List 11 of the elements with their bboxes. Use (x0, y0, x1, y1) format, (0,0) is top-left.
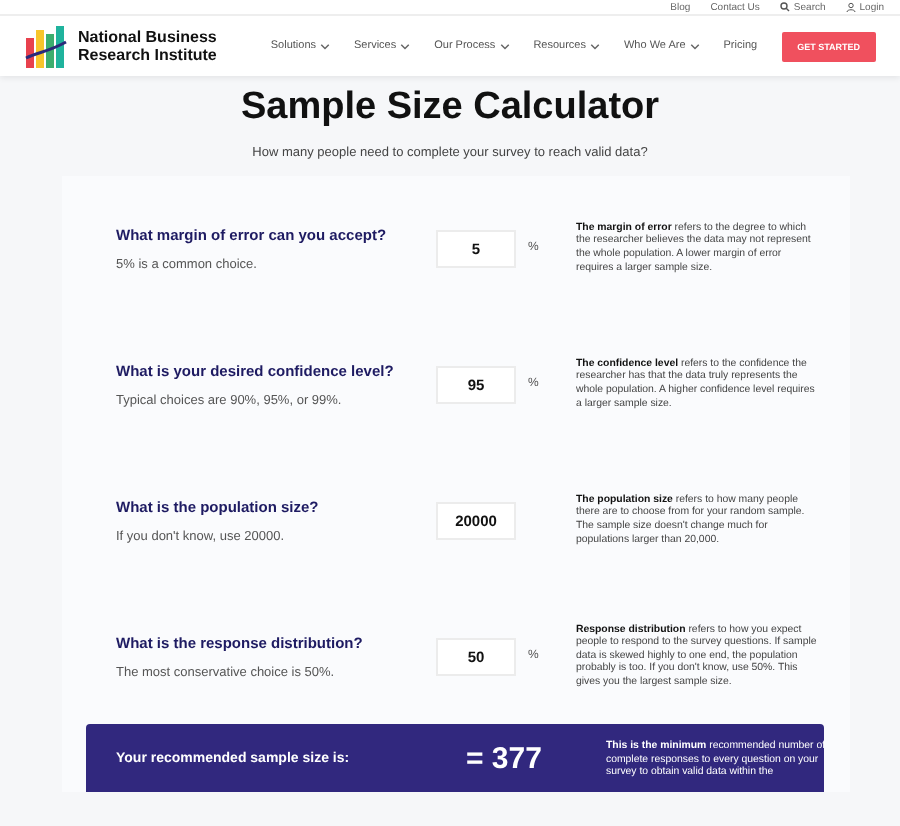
search-icon (779, 2, 790, 12)
chevron-icon (589, 43, 600, 49)
user-icon (845, 2, 856, 12)
chevron-icon (400, 43, 411, 49)
brand-name[interactable]: National Business Research Institute (78, 27, 217, 65)
result-value: = 377 (466, 742, 544, 777)
page-title: Sample Size Calculator (238, 86, 662, 130)
chevron-icon (320, 43, 331, 49)
chevron-icon (499, 43, 510, 49)
logo-icon (24, 24, 68, 68)
chevron-icon (689, 43, 700, 49)
